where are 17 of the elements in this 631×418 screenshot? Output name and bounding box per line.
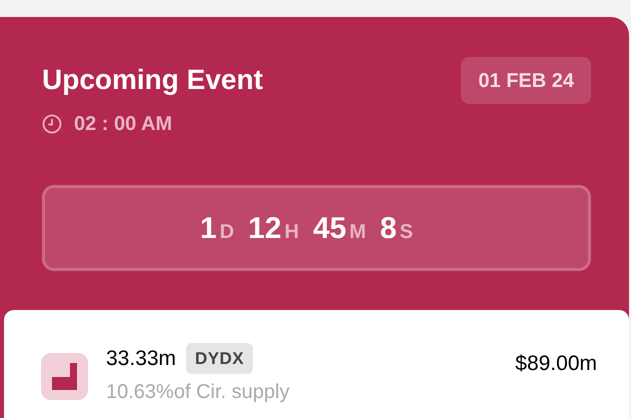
clock-icon [42, 114, 62, 134]
countdown-unit: S [400, 220, 414, 244]
supply-text: 10.63%of Cir. supply [106, 380, 290, 404]
date-badge: 01 FEB 24 [461, 57, 591, 104]
event-title: Upcoming Event [42, 63, 263, 97]
countdown-value: 8 [380, 210, 397, 246]
token-icon [41, 353, 88, 400]
countdown-value: 1 [200, 210, 217, 246]
countdown-unit: D [220, 220, 234, 244]
countdown-value: 45 [312, 210, 346, 246]
countdown-unit: M [349, 220, 366, 244]
unlock-amount: 33.33m [106, 346, 176, 372]
countdown-unit: H [284, 220, 299, 244]
token-badge: DYDX [186, 343, 253, 374]
event-time: 02 : 00 AM [74, 112, 172, 137]
unlock-value: $89.00m [515, 351, 597, 377]
countdown-value: 12 [248, 210, 282, 246]
